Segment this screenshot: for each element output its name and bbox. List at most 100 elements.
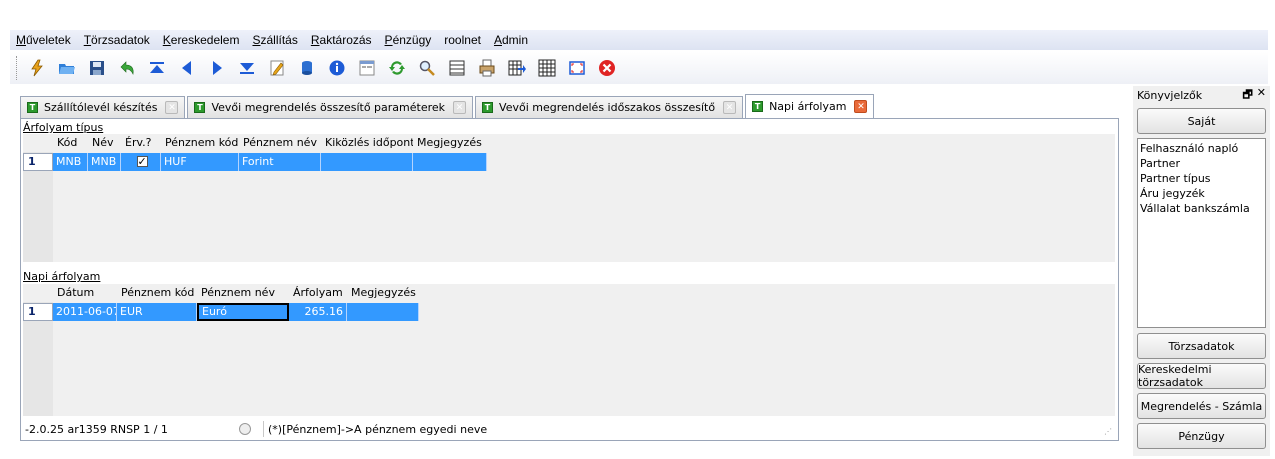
cell-arfolyam[interactable]: 265.16: [289, 303, 347, 321]
bookmark-item[interactable]: Felhasználó napló: [1140, 141, 1263, 156]
col-header[interactable]: Dátum: [53, 284, 117, 302]
grid-napi-arfolyam[interactable]: Dátum Pénznem kód Pénznem név Árfolyam M…: [23, 284, 1115, 416]
cell-kikozles[interactable]: [321, 153, 413, 171]
col-header[interactable]: Kód: [53, 134, 88, 152]
megrendeles-szamla-button[interactable]: Megrendelés - Számla: [1137, 393, 1266, 419]
resize-grip-icon[interactable]: ⋰: [1104, 427, 1114, 437]
menu-muveletek[interactable]: Műveletek: [16, 33, 71, 47]
col-header[interactable]: Kiközlés időpont: [321, 134, 413, 152]
form-icon[interactable]: [357, 58, 377, 78]
tab-napi-arfolyam[interactable]: T Napi árfolyam ✕: [745, 94, 875, 118]
close-red-icon[interactable]: [597, 58, 617, 78]
checkbox-icon[interactable]: [136, 153, 148, 171]
grid-arfolyam-tipus[interactable]: Kód Név Érv.? Pénznem kód Pénznem név Ki…: [23, 134, 1115, 262]
col-header[interactable]: Pénznem név: [197, 284, 289, 302]
bookmark-item[interactable]: Partner típus: [1140, 171, 1263, 186]
col-header[interactable]: Pénznem név: [239, 134, 321, 152]
cell-nev[interactable]: MNB: [88, 153, 121, 171]
close-icon[interactable]: ✕: [453, 101, 467, 114]
refresh-icon[interactable]: [387, 58, 407, 78]
float-window-icon[interactable]: 🗗: [1242, 86, 1252, 105]
cell-erv[interactable]: [121, 153, 161, 171]
status-version: -2.0.25 ar1359 RNSP 1 / 1: [21, 423, 235, 436]
fullscreen-icon[interactable]: [567, 58, 587, 78]
bookmark-item[interactable]: Áru jegyzék: [1140, 186, 1263, 201]
menu-accel: P: [384, 33, 393, 47]
menu-label: dmin: [501, 33, 528, 47]
info-icon[interactable]: [327, 58, 347, 78]
menu-kereskedelem[interactable]: Kereskedelem: [163, 33, 240, 47]
header-corner: [23, 134, 53, 152]
cell-kod[interactable]: MNB: [53, 153, 88, 171]
save-icon[interactable]: [87, 58, 107, 78]
status-radio-icon[interactable]: [239, 423, 251, 435]
col-header[interactable]: Érv.?: [121, 134, 161, 152]
open-folder-icon[interactable]: [57, 58, 77, 78]
tab-vevoi-parameterek[interactable]: T Vevői megrendelés összesítő paramétere…: [187, 96, 474, 118]
status-divider: [263, 421, 264, 437]
last-record-icon[interactable]: [237, 58, 257, 78]
tab-type-icon: T: [482, 102, 494, 113]
close-icon[interactable]: ✕: [165, 101, 179, 114]
undo-icon[interactable]: [117, 58, 137, 78]
torzsadatok-button[interactable]: Törzsadatok: [1137, 333, 1266, 359]
menu-label: űveletek: [26, 33, 71, 47]
toolbar-grip: [16, 56, 17, 80]
status-hint: (*)[Pénznem]->A pénznem egyedi neve: [268, 422, 488, 436]
row-number[interactable]: 1: [23, 153, 53, 171]
menu-penzugy[interactable]: Pénzügy: [385, 33, 432, 47]
tab-vevoi-idoszakos[interactable]: T Vevői megrendelés időszakos összesítő …: [475, 96, 744, 118]
close-icon[interactable]: ✕: [1257, 86, 1266, 105]
menu-szallitas[interactable]: Szállítás: [252, 33, 297, 47]
table-row[interactable]: 2011-06-07 EUR Euró 265.16: [53, 303, 419, 321]
prev-record-icon[interactable]: [177, 58, 197, 78]
col-header[interactable]: Megjegyzés: [413, 134, 487, 152]
cell-megjegyzes[interactable]: [347, 303, 419, 321]
close-icon[interactable]: ✕: [854, 100, 868, 113]
grid-icon[interactable]: [537, 58, 557, 78]
tab-type-icon: T: [752, 101, 764, 112]
cell-penznem-kod[interactable]: EUR: [117, 303, 197, 321]
tab-label: Napi árfolyam: [769, 100, 847, 113]
col-header[interactable]: Pénznem kód: [117, 284, 197, 302]
search-icon[interactable]: [417, 58, 437, 78]
penzugy-button[interactable]: Pénzügy: [1137, 423, 1266, 449]
main-panel: Árfolyam típus Kód Név Érv.? Pénznem kód…: [20, 118, 1119, 441]
export-grid-icon[interactable]: [507, 58, 527, 78]
next-record-icon[interactable]: [207, 58, 227, 78]
cell-datum[interactable]: 2011-06-07: [53, 303, 117, 321]
cell-penznem-nev[interactable]: Euró: [197, 303, 289, 321]
lightning-icon[interactable]: [27, 58, 47, 78]
col-header[interactable]: Pénznem kód: [161, 134, 239, 152]
database-icon[interactable]: [297, 58, 317, 78]
bookmark-sajat-button[interactable]: Saját: [1137, 108, 1266, 134]
edit-icon[interactable]: [267, 58, 287, 78]
close-icon[interactable]: ✕: [723, 101, 737, 114]
bookmarks-title: Könyvjelzők: [1137, 88, 1203, 102]
print-icon[interactable]: [477, 58, 497, 78]
status-version-text: -2.0.25 ar1359 RNSP: [25, 422, 140, 436]
col-header[interactable]: Árfolyam: [289, 284, 347, 302]
kereskedelmi-torzsadatok-button[interactable]: Kereskedelmi törzsadatok: [1137, 363, 1266, 389]
menu-raktarozas[interactable]: Raktározás: [311, 33, 372, 47]
tab-szallitolevel[interactable]: T Szállítólevél készítés ✕: [20, 96, 186, 118]
first-record-icon[interactable]: [147, 58, 167, 78]
columns-icon[interactable]: [447, 58, 467, 78]
menu-label: zállítás: [260, 33, 298, 47]
menu-label: ereskedelem: [170, 33, 240, 47]
menu-roolnet[interactable]: roolnet: [444, 33, 481, 47]
cell-penznem-kod[interactable]: HUF: [161, 153, 239, 171]
cell-megjegyzes[interactable]: [413, 153, 487, 171]
table-row[interactable]: MNB MNB HUF Forint: [53, 153, 487, 171]
toolbar: [10, 52, 1268, 84]
menu-torzsadatok[interactable]: Törzsadatok: [84, 33, 150, 47]
bookmark-item[interactable]: Partner: [1140, 156, 1263, 171]
menu-admin[interactable]: Admin: [494, 33, 528, 47]
col-header[interactable]: Megjegyzés: [347, 284, 419, 302]
tab-strip: T Szállítólevél készítés ✕ T Vevői megre…: [20, 94, 876, 118]
row-number[interactable]: 1: [23, 303, 53, 321]
col-header[interactable]: Név: [88, 134, 121, 152]
menu-accel: T: [83, 33, 92, 47]
bookmark-item[interactable]: Vállalat bankszámla: [1140, 201, 1263, 216]
cell-penznem-nev[interactable]: Forint: [239, 153, 321, 171]
